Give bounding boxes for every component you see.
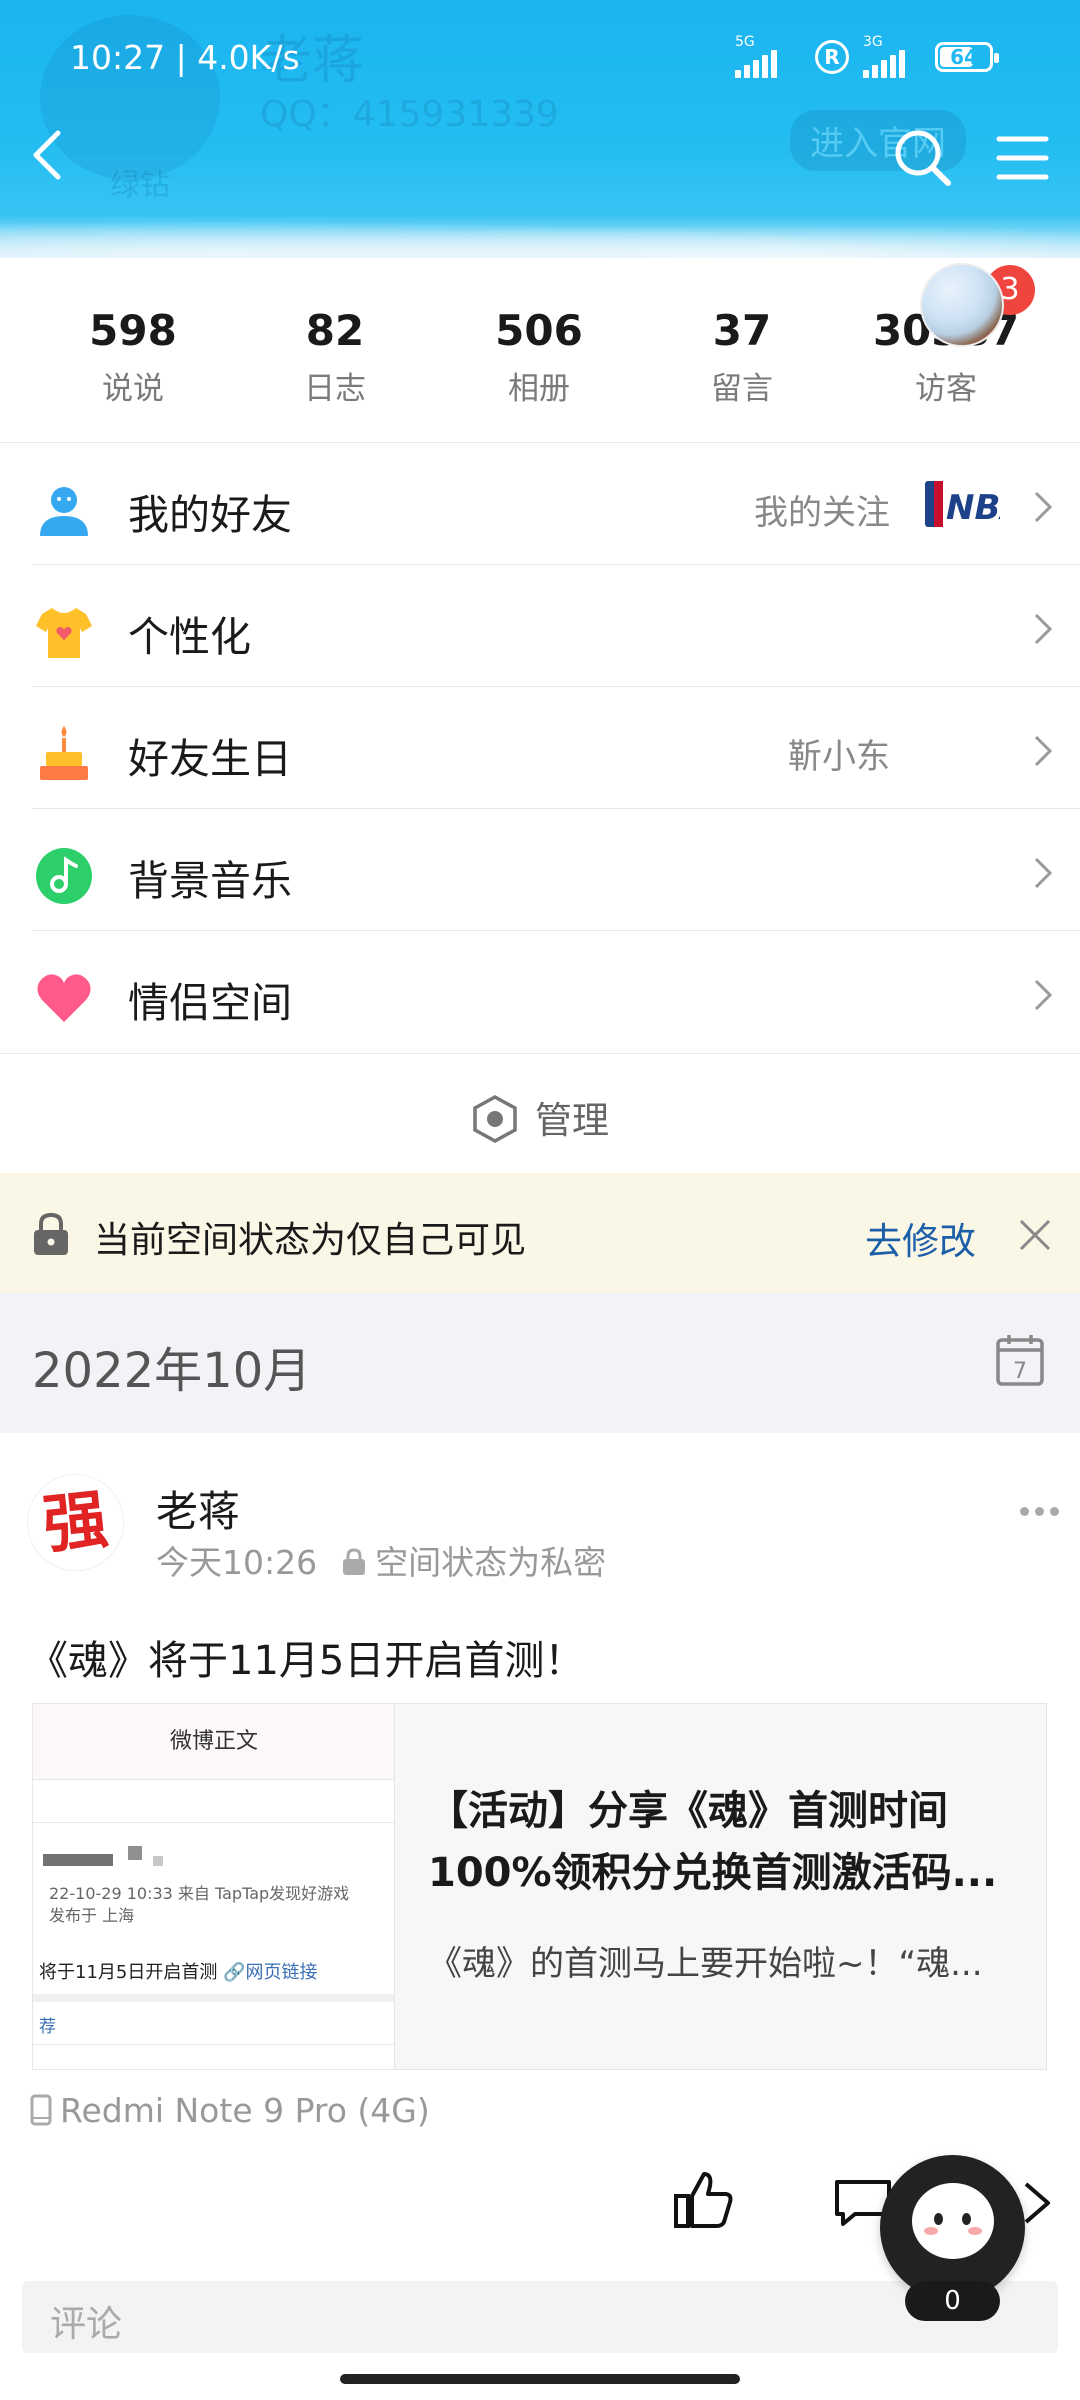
battery-icon: 64 [935, 42, 999, 72]
birthday-friend-avatar [920, 263, 1004, 347]
stat-count: 37 [712, 306, 772, 355]
signal-icon [735, 50, 777, 78]
privacy-status-text: 当前空间状态为仅自己可见 [94, 1220, 527, 1261]
thumb-text: 将于11月5日开启首测 🔗网页链接 [39, 1962, 318, 1983]
thumb-location: 发布于 上海 [49, 1906, 135, 1925]
lock-icon [34, 1212, 68, 1255]
profile-header: 老蒋 QQ：415931339 进入官网 绿钻 10:27 | 4.0K/s 5… [0, 0, 1080, 258]
stat-count: 82 [305, 306, 365, 355]
stat-blog[interactable]: 82 日志 [227, 306, 443, 408]
link-thumbnail: 微博正文 22-10-29 10:33 来自 TapTap发现好游戏 发布于 上… [33, 1704, 395, 2069]
stat-label: 说说 [102, 371, 164, 407]
svg-text:7: 7 [1013, 1359, 1027, 1384]
menu-item-birthdays[interactable]: 好友生日 靳小东 [0, 687, 1080, 809]
chevron-right-icon [1034, 491, 1053, 523]
device-name: Redmi Note 9 Pro (4G) [60, 2091, 430, 2130]
menu-item-label: 个性化 [128, 613, 251, 661]
signal-icon-2 [863, 50, 905, 78]
author-avatar[interactable]: 强 [28, 1475, 123, 1570]
close-icon[interactable] [1015, 1215, 1055, 1255]
status-time: 10:27 | 4.0K/s [70, 38, 300, 77]
menu-item-label: 背景音乐 [128, 857, 292, 905]
registered-icon: R [815, 40, 849, 74]
post-device: Redmi Note 9 Pro (4G) [30, 2091, 430, 2130]
network-label-1: 5G [735, 34, 755, 50]
stat-label: 日志 [304, 371, 366, 407]
post-meta: 今天10:26 空间状态为私密 [156, 1536, 606, 1584]
nba-logo-icon: NBA [925, 481, 1000, 528]
menu-item-friends[interactable]: 我的好友 我的关注 NBA [0, 443, 1080, 565]
comment-placeholder: 评论 [50, 2304, 123, 2345]
mascot-count-badge: 0 [905, 2281, 1000, 2321]
heart-icon [37, 974, 91, 1022]
birthday-cake-icon [40, 726, 88, 780]
post-time: 今天10:26 [156, 1543, 318, 1582]
month-title: 2022年10月 [32, 1343, 312, 1399]
calendar-icon[interactable]: 7 [995, 1333, 1045, 1387]
network-label-2: 3G [863, 34, 883, 50]
more-options-icon[interactable] [1020, 1501, 1065, 1520]
friends-icon [40, 487, 88, 536]
card-description: 《魂》的首测马上要开始啦~！“魂... [428, 1944, 983, 1984]
card-title-line1: 【活动】分享《魂》首测时间 [428, 1788, 948, 1834]
thumb-date: 22-10-29 10:33 来自 TapTap发现好游戏 [49, 1884, 350, 1903]
chevron-right-icon [1034, 979, 1053, 1011]
header-vip-faded: 绿钻 [110, 168, 170, 203]
stat-albums[interactable]: 506 相册 [431, 306, 647, 408]
menu-list: 我的好友 我的关注 NBA 个性化 好友生日 靳小东 [0, 443, 1080, 1053]
menu-item-label: 情侣空间 [128, 979, 292, 1027]
stat-messages[interactable]: 37 留言 [634, 306, 850, 408]
post-privacy: 空间状态为私密 [375, 1543, 607, 1582]
post-text: 《魂》将于11月5日开启首测！ [28, 1638, 585, 1684]
birthday-friend-name: 靳小东 [788, 737, 890, 777]
search-icon[interactable] [890, 125, 955, 190]
phone-icon [30, 2094, 52, 2126]
home-indicator[interactable] [340, 2374, 740, 2384]
menu-item-label: 我的好友 [128, 491, 292, 539]
stat-label: 访客 [915, 371, 977, 407]
chevron-right-icon [1034, 613, 1053, 645]
modify-privacy-link[interactable]: 去修改 [865, 1211, 976, 1265]
author-name[interactable]: 老蒋 [156, 1478, 240, 1539]
stat-label: 留言 [711, 371, 773, 407]
chevron-right-icon [1034, 735, 1053, 767]
mascot-face-icon [912, 2183, 994, 2259]
avatar-seal-char: 强 [39, 1481, 112, 1564]
thumb-recommend: 荐 [39, 2017, 56, 2037]
manage-label: 管理 [535, 1099, 609, 1142]
chevron-right-icon [1034, 857, 1053, 889]
floating-mascot-button[interactable] [880, 2155, 1025, 2300]
stat-count: 506 [495, 306, 583, 355]
menu-item-couple-space[interactable]: 情侣空间 [0, 931, 1080, 1053]
back-icon[interactable] [20, 125, 80, 185]
stat-shuoshuo[interactable]: 598 说说 [25, 306, 241, 408]
stat-count: 598 [89, 306, 177, 355]
stat-label: 相册 [508, 371, 570, 407]
menu-item-label: 好友生日 [128, 735, 292, 783]
status-icons: 5G R 3G 64 [735, 34, 1005, 78]
card-title-line2: 100%领积分兑换首测激活码... [428, 1850, 998, 1896]
like-icon[interactable] [670, 2168, 736, 2234]
header-qq-faded: QQ：415931339 [260, 94, 559, 135]
private-lock-icon [343, 1548, 366, 1575]
shared-link-card[interactable]: 微博正文 22-10-29 10:33 来自 TapTap发现好游戏 发布于 上… [32, 1703, 1047, 2070]
privacy-notice-bar: 当前空间状态为仅自己可见 去修改 [0, 1173, 1080, 1293]
comment-input[interactable]: 评论 [22, 2281, 1058, 2353]
music-note-icon [36, 848, 92, 904]
menu-icon[interactable] [995, 133, 1050, 183]
menu-item-personalize[interactable]: 个性化 [0, 565, 1080, 687]
manage-gear-icon [473, 1095, 517, 1143]
battery-level: 64 [950, 45, 978, 69]
my-follows-label: 我的关注 [754, 493, 890, 533]
thumb-header: 微博正文 [33, 1704, 394, 1779]
stats-bar: 598 说说 82 日志 506 相册 37 留言 30387 访客 [0, 258, 1080, 443]
svg-text:NBA: NBA [946, 488, 1000, 528]
month-header: 2022年10月 7 [0, 1293, 1080, 1433]
tshirt-icon [36, 608, 92, 658]
menu-item-music[interactable]: 背景音乐 [0, 809, 1080, 931]
header-cloud-decoration [0, 215, 1080, 258]
manage-button[interactable]: 管理 [0, 1053, 1080, 1173]
